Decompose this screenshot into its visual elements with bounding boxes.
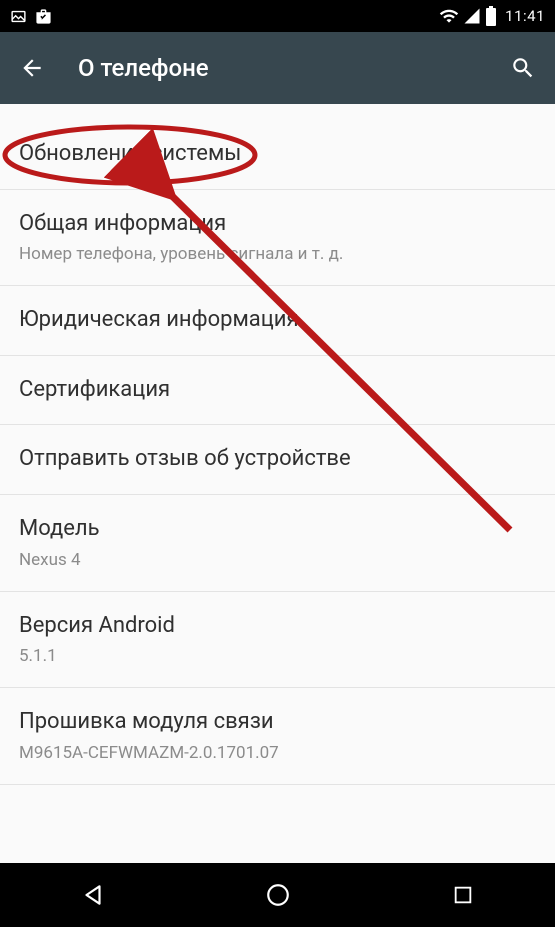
status-left-icons: [10, 8, 52, 25]
item-title: Прошивка модуля связи: [19, 708, 536, 737]
battery-icon: [485, 6, 497, 26]
nav-recents-button[interactable]: [433, 875, 493, 915]
item-title: Модель: [19, 515, 536, 544]
navigation-bar: [0, 863, 555, 927]
list-item-certification[interactable]: Сертификация: [0, 356, 555, 426]
list-item-android-version[interactable]: Версия Android 5.1.1: [0, 592, 555, 689]
nav-home-button[interactable]: [248, 875, 308, 915]
picture-icon: [10, 8, 27, 25]
list-item-system-update[interactable]: Обновление системы: [0, 104, 555, 190]
list-item-send-feedback[interactable]: Отправить отзыв об устройстве: [0, 425, 555, 495]
item-title: Отправить отзыв об устройстве: [19, 445, 536, 474]
item-subtitle: 5.1.1: [19, 645, 536, 667]
wifi-icon: [439, 6, 459, 26]
item-title: Юридическая информация: [19, 306, 536, 335]
back-button[interactable]: [14, 50, 50, 86]
shop-icon: [35, 8, 52, 25]
item-subtitle: M9615A-CEFWMAZM-2.0.1701.07: [19, 742, 536, 764]
search-button[interactable]: [505, 50, 541, 86]
status-right-icons: 11:41: [439, 6, 545, 26]
app-bar-title: О телефоне: [78, 54, 505, 82]
status-time: 11:41: [505, 7, 545, 25]
status-bar: 11:41: [0, 0, 555, 32]
item-title: Версия Android: [19, 612, 536, 641]
item-title: Сертификация: [19, 376, 536, 405]
item-title: Обновление системы: [19, 140, 536, 169]
list-item-general-info[interactable]: Общая информация Номер телефона, уровень…: [0, 190, 555, 287]
list-item-baseband-version[interactable]: Прошивка модуля связи M9615A-CEFWMAZM-2.…: [0, 688, 555, 785]
signal-icon: [463, 7, 481, 25]
settings-list: Обновление системы Общая информация Номе…: [0, 104, 555, 863]
item-title: Общая информация: [19, 210, 536, 239]
item-subtitle: Номер телефона, уровень сигнала и т. д.: [19, 243, 536, 265]
app-bar: О телефоне: [0, 32, 555, 104]
nav-back-button[interactable]: [63, 875, 123, 915]
item-subtitle: Nexus 4: [19, 549, 536, 571]
list-item-legal-info[interactable]: Юридическая информация: [0, 286, 555, 356]
list-item-model[interactable]: Модель Nexus 4: [0, 495, 555, 592]
